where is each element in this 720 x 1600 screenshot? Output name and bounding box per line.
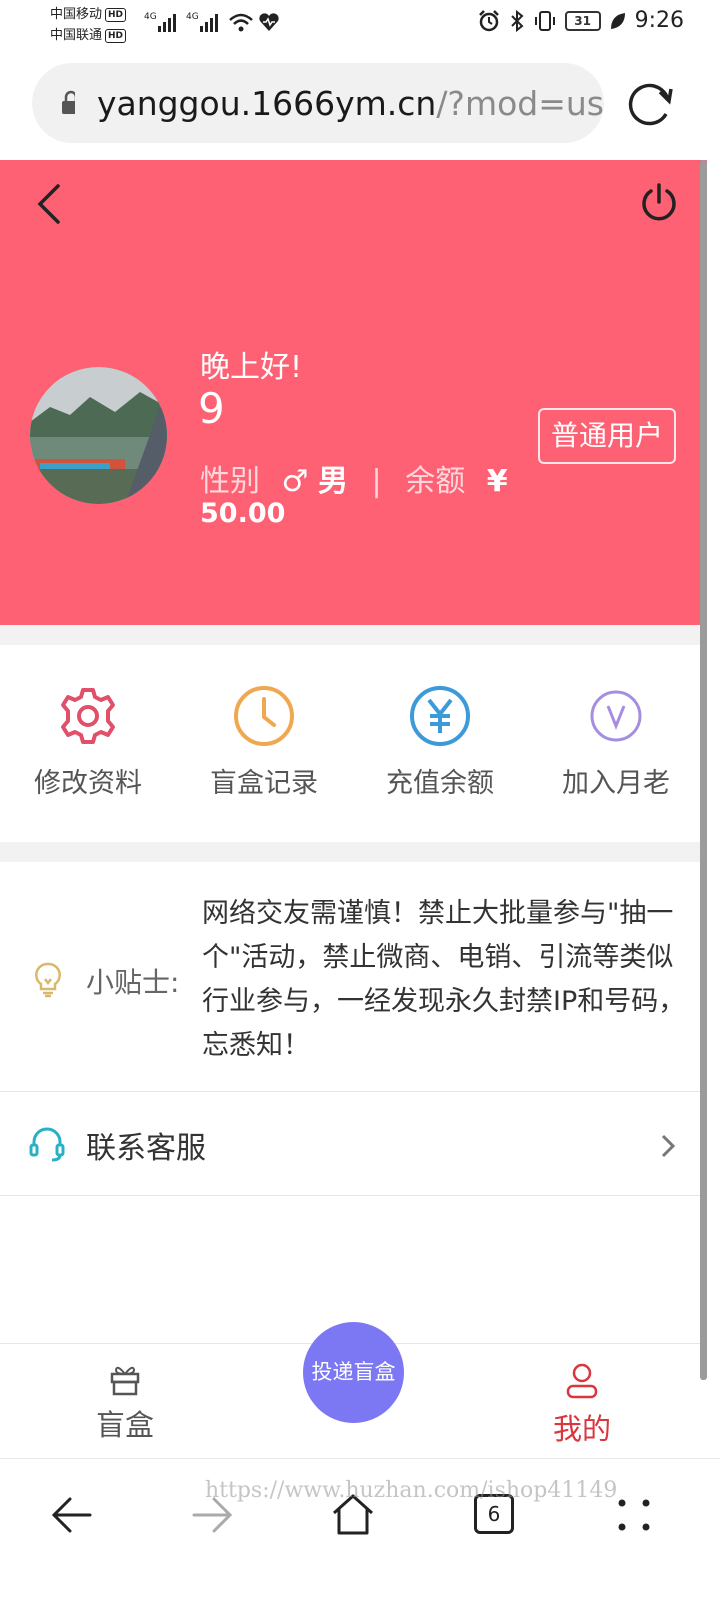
- tips-section: 小贴士: 网络交友需谨慎！禁止大批量参与"抽一个"活动，禁止微商、电销、引流等类…: [0, 862, 700, 1092]
- user-info-line: 性别 ♂ 男 | 余额 ¥: [200, 456, 508, 500]
- avatar[interactable]: [30, 367, 167, 504]
- battery-indicator: 31: [564, 10, 601, 31]
- network-type-label: 4G: [186, 12, 199, 22]
- hd-badge: HD: [105, 8, 127, 22]
- username: 9: [198, 384, 225, 433]
- status-bar: 中国移动 HD 中国联通 HD 4G 4G 31 9:26: [0, 0, 720, 50]
- male-icon: ♂: [281, 464, 309, 499]
- signal-icon: 4G: [144, 12, 176, 32]
- gender-value: 男: [318, 464, 348, 499]
- menu-label-recharge: 充值余额: [386, 768, 494, 799]
- status-time: 9:26: [634, 8, 684, 33]
- url-host: yanggou.1666ym.cn: [96, 83, 437, 123]
- menu-item-join-matchmaker[interactable]: 加入月老: [528, 685, 704, 800]
- contact-support-row[interactable]: 联系客服: [0, 1093, 700, 1196]
- contact-support-label: 联系客服: [86, 1131, 206, 1166]
- currency-symbol: ¥: [486, 464, 508, 499]
- bluetooth-icon: [510, 9, 524, 32]
- info-separator: |: [371, 464, 382, 499]
- user-icon: [566, 1363, 598, 1399]
- gear-icon: [61, 688, 115, 744]
- logout-power-icon[interactable]: [638, 182, 680, 224]
- avatar-image: [30, 367, 167, 504]
- user-level-badge: 普通用户: [538, 408, 676, 464]
- menu-item-edit-profile[interactable]: 修改资料: [0, 685, 176, 800]
- greeting-text: 晚上好!: [200, 350, 303, 385]
- clock-icon: [234, 686, 294, 746]
- watermark-text: https://www.huzhan.com/ishop41149: [205, 1478, 618, 1503]
- carrier-info: 中国移动 HD 中国联通 HD: [50, 4, 127, 46]
- lock-icon: [62, 90, 75, 114]
- tab-mine[interactable]: 我的: [502, 1344, 662, 1448]
- tips-text: 网络交友需谨慎！禁止大批量参与"抽一个"活动，禁止微商、电销、引流等类似行业参与…: [202, 898, 686, 1061]
- network-type-label: 4G: [144, 12, 157, 22]
- browser-back-icon[interactable]: [50, 1495, 94, 1535]
- balance-value: 50.00: [200, 498, 286, 529]
- signal-icon: 4G: [186, 12, 218, 32]
- health-heart-icon: [259, 13, 279, 32]
- reload-icon[interactable]: [624, 78, 676, 130]
- tab-label-mine: 我的: [552, 1412, 611, 1446]
- alarm-icon: [478, 9, 499, 31]
- browser-menu-icon[interactable]: [614, 1495, 654, 1535]
- address-bar[interactable]: yanggou.1666ym.cn/?mod=us: [32, 63, 604, 143]
- balance-label: 余额: [405, 464, 466, 499]
- gift-icon: [110, 1366, 140, 1396]
- menu-label-join-matchmaker: 加入月老: [562, 768, 670, 799]
- chevron-right-icon: [661, 1134, 676, 1158]
- section-divider: [0, 842, 700, 862]
- hd-badge: HD: [105, 29, 127, 43]
- post-blindbox-button[interactable]: 投递盲盒: [303, 1322, 404, 1423]
- tips-label: 小贴士:: [86, 966, 180, 999]
- tab-label-blindbox: 盲盒: [95, 1408, 154, 1442]
- leaf-icon: [610, 12, 625, 29]
- section-divider: [0, 625, 700, 645]
- menu-label-edit-profile: 修改资料: [34, 768, 142, 799]
- menu-label-blindbox-records: 盲盒记录: [210, 768, 318, 799]
- lightbulb-icon: [35, 962, 61, 998]
- menu-item-recharge[interactable]: 充值余额: [352, 685, 528, 800]
- carrier-1-label: 中国移动: [50, 7, 103, 22]
- v-icon: [590, 690, 642, 742]
- gender-label: 性别: [200, 464, 260, 499]
- vibrate-icon: [534, 10, 555, 31]
- tab-blindbox[interactable]: 盲盒: [45, 1344, 205, 1444]
- quick-menu: 修改资料 盲盒记录 充值余额 加入月老: [0, 645, 700, 842]
- back-button[interactable]: [32, 182, 64, 226]
- carrier-2-label: 中国联通: [50, 28, 103, 43]
- wifi-icon: [229, 13, 253, 32]
- yen-icon: [410, 686, 470, 746]
- headset-icon: [29, 1127, 65, 1162]
- url-path: /?mod=us: [436, 83, 604, 123]
- menu-item-blindbox-records[interactable]: 盲盒记录: [176, 685, 352, 800]
